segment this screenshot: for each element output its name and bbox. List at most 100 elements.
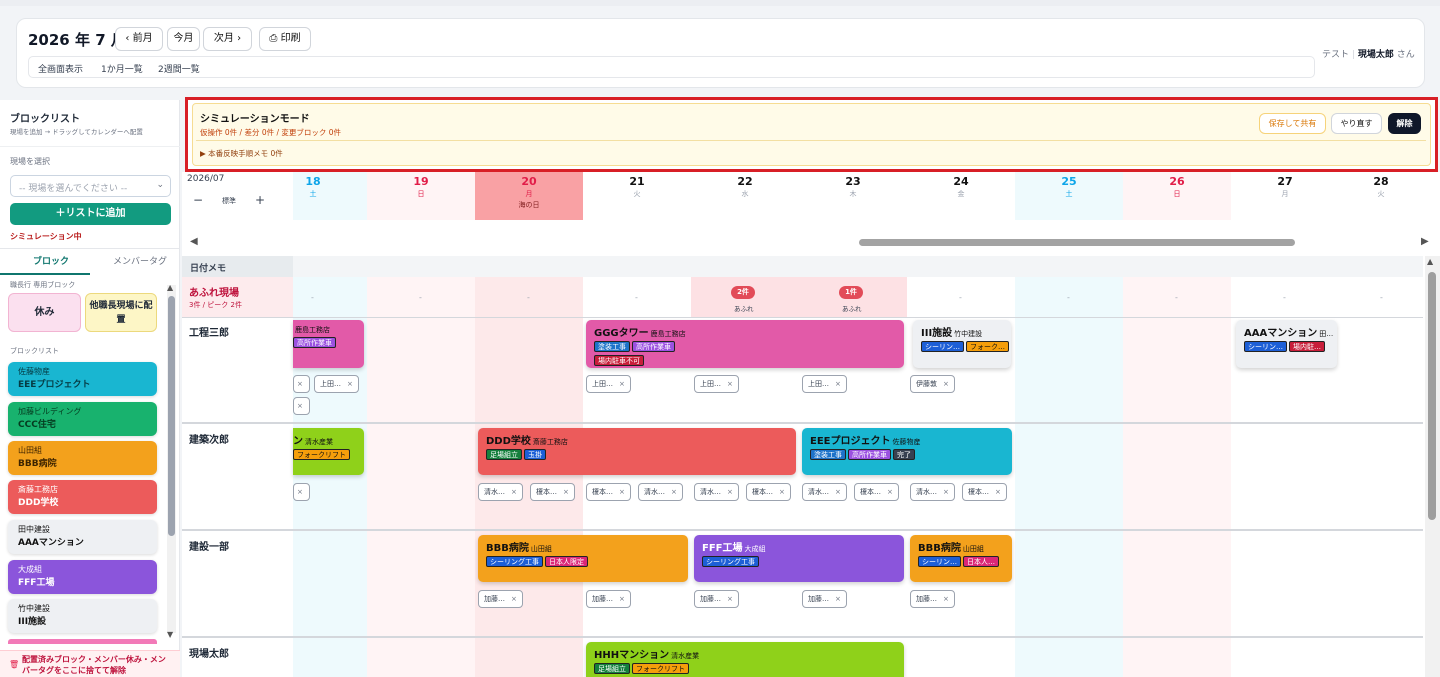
day-header-18: 18 土 [305, 175, 321, 198]
schedule-card[interactable]: GGGタワー 鹿島工務店 塗装工事 高所作業車 場内駐車不可 [586, 320, 904, 368]
schedule-card[interactable]: III施設 竹中建設 シーリン… フォーク… [913, 320, 1011, 368]
member-chip[interactable]: 清水… × [694, 483, 739, 501]
current-month-button[interactable]: 今月 [167, 27, 200, 51]
schedule-card[interactable]: BBB病院 山田組 シーリング工事 日本人限定 [478, 535, 688, 582]
schedule-card[interactable]: BBB病院 山田組 シーリン… 日本人… [910, 535, 1012, 582]
day-header-25: 25 土 [1061, 175, 1077, 198]
member-chip[interactable]: 伊藤敦 × [910, 375, 955, 393]
overflow-empty: - [1380, 293, 1383, 302]
site-select[interactable]: -- 現場を選んでください -- ⌄ [10, 175, 171, 197]
member-chip[interactable]: 加藤… × [910, 590, 955, 608]
day-header-21: 21 火 [629, 175, 645, 198]
member-chip[interactable]: × [293, 483, 310, 501]
schedule-card[interactable]: HHHマンション 清水産業 足場組立 フォークリフト [586, 642, 904, 677]
block-item-eee[interactable]: 佐藤物産 EEEプロジェクト [8, 362, 157, 396]
member-chip[interactable]: 上田… × [802, 375, 847, 393]
block-item-ddd[interactable]: 斎藤工務店 DDD学校 [8, 480, 157, 514]
member-chip[interactable]: 清水… × [802, 483, 847, 501]
member-chip[interactable]: 清水… × [910, 483, 955, 501]
row-member-name: 工程三郎 [189, 328, 229, 339]
overflow-word: あふれ [842, 305, 862, 313]
member-chip[interactable]: 加藤… × [586, 590, 631, 608]
scroll-up-icon[interactable]: ▲ [1427, 257, 1433, 266]
release-button[interactable]: 解除 [1388, 113, 1421, 134]
schedule-card[interactable]: FFF工場 大成組 シーリング工事 [694, 535, 904, 582]
overflow-label: あふれ現場 [189, 288, 239, 299]
save-share-button[interactable]: 保存して共有 [1259, 113, 1326, 134]
member-chip[interactable]: 清水… × [638, 483, 683, 501]
year-month-label: 2026/07 [187, 174, 225, 184]
calendar-scroll-thumb[interactable] [1428, 272, 1436, 520]
holiday-block[interactable]: 休み [8, 293, 81, 332]
simulation-memo-toggle[interactable]: ▶ 本番反映手順メモ 0件 [200, 148, 283, 159]
member-chip[interactable]: 加藤… × [694, 590, 739, 608]
schedule-card[interactable]: AAAマンション 田… シーリン… 場内駐… [1236, 320, 1337, 368]
member-chip[interactable]: 榎本… × [962, 483, 1007, 501]
overflow-empty: - [419, 293, 422, 302]
scroll-left-icon[interactable]: ◀ [190, 236, 198, 247]
day-header-27: 27 月 [1277, 175, 1293, 198]
common-block-label: 職長行 専用ブロック [10, 281, 76, 289]
user-info: テスト | 現場太郎 さん [1322, 50, 1415, 60]
view-month[interactable]: 1か月一覧 [101, 62, 143, 75]
member-chip[interactable]: 榎本… × [530, 483, 575, 501]
chevron-down-icon: ⌄ [156, 180, 164, 190]
simulation-status: シミュレーション中 [10, 232, 82, 241]
member-chip[interactable]: 榎本… × [586, 483, 631, 501]
member-chip[interactable]: 上田… × [586, 375, 631, 393]
overflow-badge[interactable]: 2件 [731, 286, 755, 299]
member-chip[interactable]: 上田… × [314, 375, 359, 393]
member-chip[interactable]: 上田… × [694, 375, 739, 393]
member-chip[interactable]: 榎本… × [746, 483, 791, 501]
overflow-empty: - [1283, 293, 1286, 302]
member-chip[interactable]: × [293, 397, 310, 415]
horizontal-scroll-thumb[interactable] [859, 239, 1295, 246]
schedule-card[interactable]: 鹿島工務店 高所作業車 [293, 320, 364, 368]
overflow-badge[interactable]: 1件 [839, 286, 863, 299]
view-fullscreen[interactable]: 全画面表示 [38, 62, 83, 75]
simulation-stats: 仮操作 0件 / 差分 0件 / 変更ブロック 0件 [200, 128, 342, 137]
other-site-block[interactable]: 他職長現場に配置 [85, 293, 157, 332]
block-item-ccc[interactable]: 加藤ビルディング CCC住宅 [8, 402, 157, 436]
schedule-card[interactable]: ン清水産業 フォークリフト [293, 428, 364, 475]
member-chip[interactable]: 加藤… × [478, 590, 523, 608]
tab-member-tags[interactable]: メンバータグ [113, 254, 167, 267]
scroll-up-icon[interactable]: ▲ [167, 283, 173, 292]
overflow-sub: 3件 / ピーク 2件 [189, 301, 242, 309]
trash-dropzone[interactable]: 配置済みブロック・メンバー休み・メンバータグをここに捨てて解除 [22, 654, 172, 676]
block-item-iii[interactable]: 竹中建設 III施設 [8, 599, 157, 633]
member-chip[interactable]: 榎本… × [854, 483, 899, 501]
day-header-28: 28 火 [1373, 175, 1389, 198]
scroll-down-icon[interactable]: ▼ [167, 630, 173, 639]
member-chip[interactable]: 加藤… × [802, 590, 847, 608]
print-button[interactable]: ⎙ 印刷 [259, 27, 311, 51]
block-item-bbb[interactable]: 山田組 BBB病院 [8, 441, 157, 475]
tab-blocks[interactable]: ブロック [33, 254, 69, 267]
day-header-23: 23 木 [845, 175, 861, 198]
schedule-card[interactable]: DDD学校 斎藤工務店 足場組立 玉掛 [478, 428, 796, 475]
day-header-24: 24 金 [953, 175, 969, 198]
next-month-button[interactable]: 次月 › [203, 27, 252, 51]
redo-button[interactable]: やり直す [1331, 113, 1382, 134]
month-title: 2026 年 7 月 [28, 31, 126, 49]
simulation-title: シミュレーションモード [200, 114, 310, 125]
zoom-out-button[interactable]: − [193, 193, 203, 207]
schedule-card[interactable]: EEEプロジェクト 佐藤物産 塗装工事 高所作業車 完了 [802, 428, 1012, 475]
overflow-empty: - [527, 293, 530, 302]
site-select-label: 現場を選択 [10, 157, 50, 166]
sidebar-scroll-thumb[interactable] [168, 296, 175, 536]
row-member-name: 建築次郎 [189, 435, 229, 446]
sidebar-title: ブロックリスト [10, 114, 80, 125]
view-2weeks[interactable]: 2週間一覧 [158, 62, 200, 75]
prev-month-button[interactable]: ‹ 前月 [115, 27, 163, 51]
member-chip[interactable]: × [293, 375, 310, 393]
add-to-list-button[interactable]: ＋リストに追加 [10, 203, 171, 225]
overflow-empty: - [959, 293, 962, 302]
day-header-19: 19 日 [413, 175, 429, 198]
scroll-right-icon[interactable]: ▶ [1421, 236, 1429, 247]
top-strip [0, 0, 1440, 6]
block-item-aaa[interactable]: 田中建設 AAAマンション [8, 520, 157, 554]
member-chip[interactable]: 清水… × [478, 483, 523, 501]
day-header-22: 22 水 [737, 175, 753, 198]
block-item-fff[interactable]: 大成組 FFF工場 [8, 560, 157, 594]
